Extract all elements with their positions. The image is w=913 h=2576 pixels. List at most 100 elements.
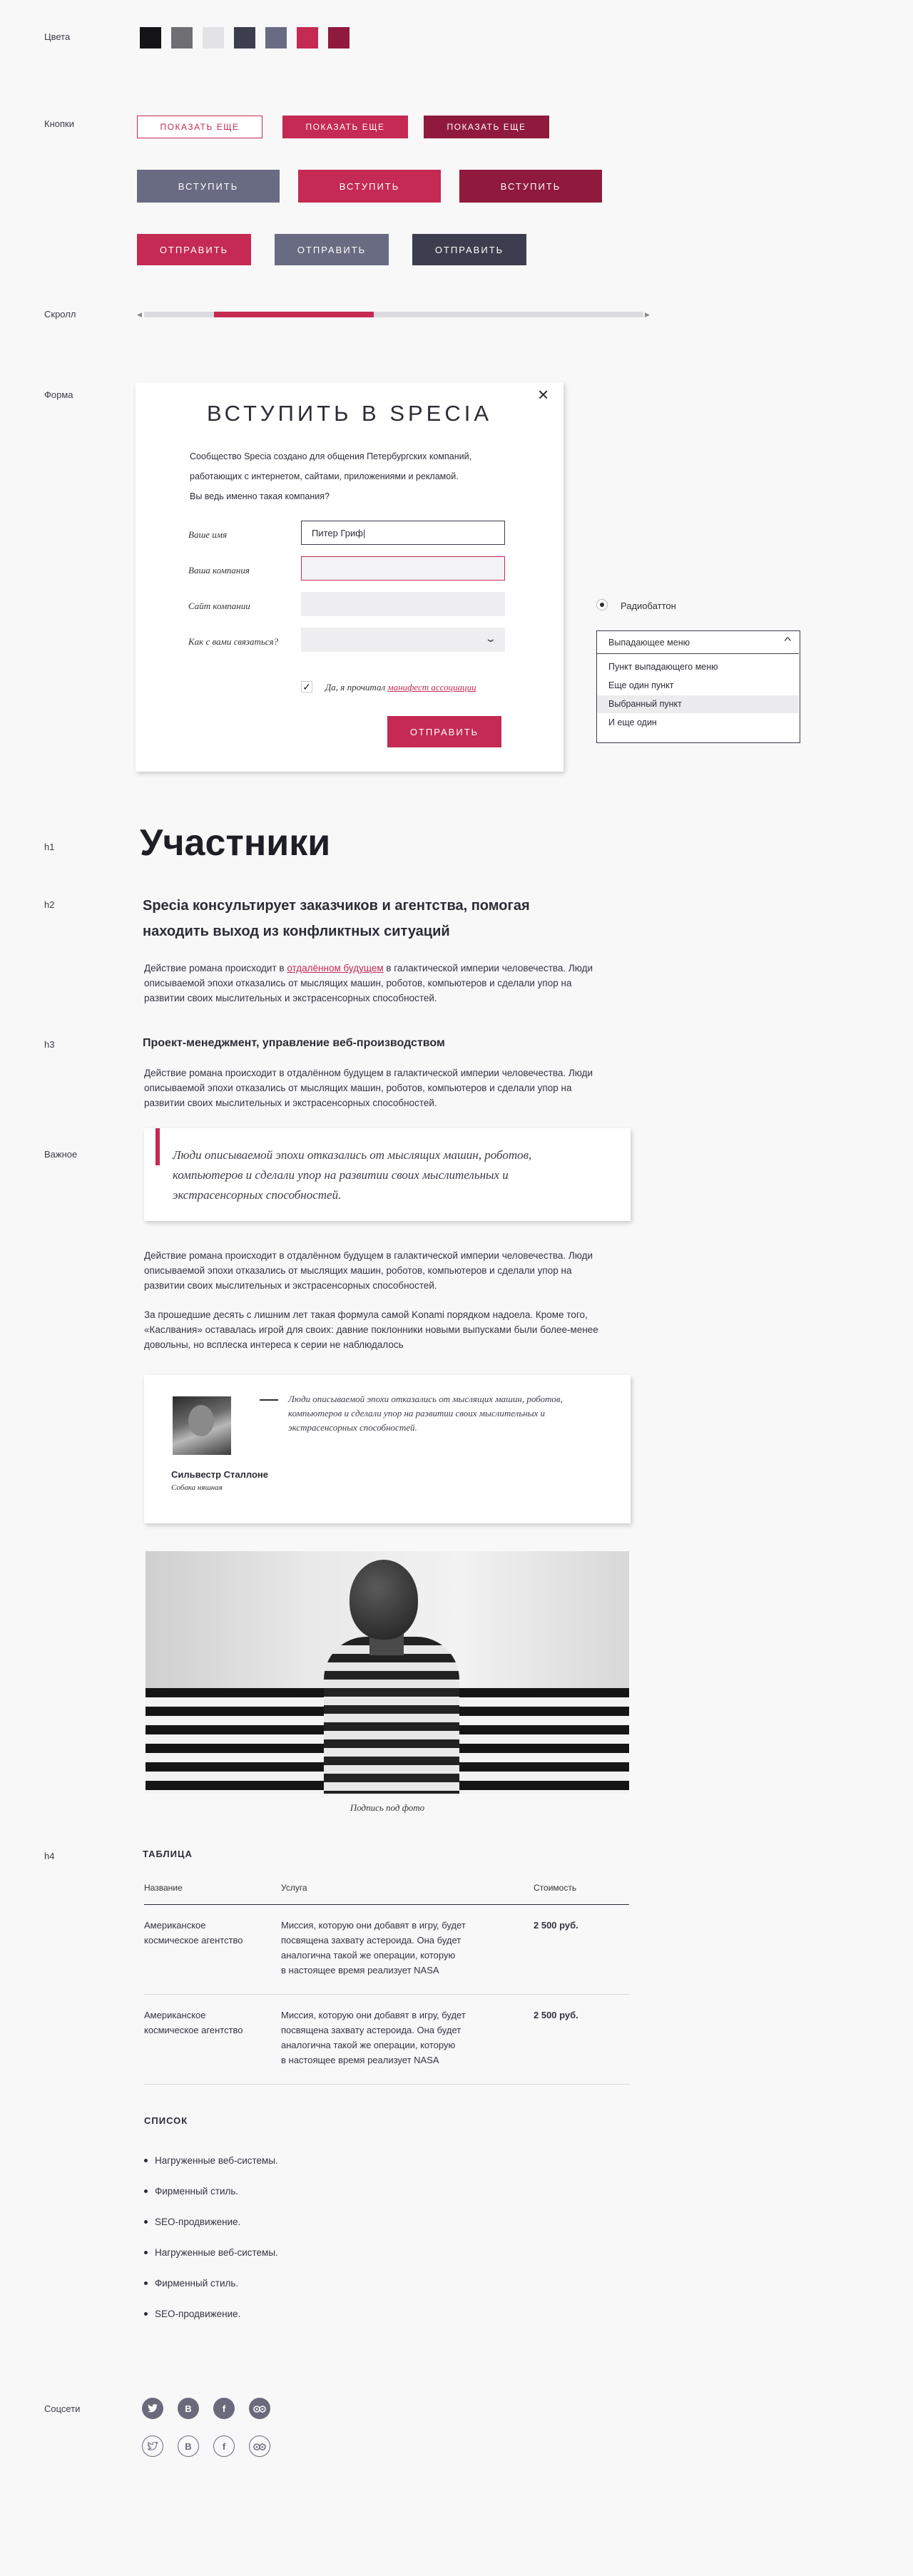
form-title: ВСТУПИТЬ В SPECIA [206, 401, 493, 426]
paragraph-line: развитии своих мыслительных и экстрасенс… [144, 1098, 437, 1108]
list-item: Фирменный стиль. [144, 2268, 278, 2299]
contact-select[interactable]: ⌄ [301, 628, 505, 652]
photo [146, 1551, 629, 1794]
form-intro: Сообщество Specia создано для общения Пе… [190, 446, 471, 506]
future-link[interactable]: отдалённом будущем [287, 963, 383, 973]
vk-outline-icon[interactable]: В [178, 2436, 199, 2457]
cell-line: Миссия, которую они добавят в игру, буде… [281, 1920, 466, 1931]
list-item-label: SEO-продвижение. [155, 2309, 241, 2319]
list-item-label: SEO-продвижение. [155, 2217, 241, 2227]
photo-shirt [324, 1637, 459, 1794]
table-cell-price: 2 500 руб. [534, 2010, 578, 2020]
cell-line: космическое агентство [144, 1935, 243, 1946]
heading-h3: Проект-менеджмент, управление веб-произв… [143, 1037, 445, 1049]
testimonial-card: Сильвестр Сталлоне Собака няшная Люди оп… [144, 1375, 631, 1523]
list-item: SEO-продвижение. [144, 2207, 278, 2237]
dropdown-header-label: Выпадающее меню [608, 638, 690, 648]
label-h3: h3 [44, 1039, 55, 1050]
important-block: Люди описываемой эпохи отказались от мыс… [144, 1128, 631, 1221]
important-accent-bar [155, 1128, 160, 1165]
twitter-outline-icon[interactable] [142, 2436, 163, 2457]
horizontal-scrollbar[interactable]: ◀ ▶ [137, 310, 651, 320]
contact-label: Как с вами связаться? [188, 636, 279, 647]
tripadvisor-outline-icon[interactable] [249, 2436, 270, 2457]
cell-line: Американское [144, 1920, 206, 1931]
list-item: Нагруженные веб-системы. [144, 2237, 278, 2268]
vk-icon[interactable]: В [178, 2398, 199, 2419]
form-submit-button[interactable]: ОТПРАВИТЬ [387, 716, 501, 747]
label-h1: h1 [44, 842, 55, 852]
paragraph-text: в галактической империи человечества. Лю… [383, 963, 593, 973]
avatar-face [188, 1405, 214, 1436]
list-item-label: Фирменный стиль. [155, 2186, 239, 2197]
quote-line: компьютеров и сделали упор на развитии с… [173, 1168, 509, 1182]
paragraph-line: За прошедшие десять с лишним лет такая ф… [144, 1309, 588, 1320]
color-swatch [328, 27, 350, 48]
site-field[interactable] [301, 592, 505, 616]
twitter-icon[interactable] [142, 2398, 163, 2419]
dropdown-item[interactable]: Еще один пункт [597, 677, 799, 695]
scroll-thumb[interactable] [214, 312, 374, 317]
join-red-button[interactable]: ВСТУПИТЬ [298, 170, 441, 203]
facebook-icon[interactable]: f [213, 2398, 235, 2419]
show-more-red-button[interactable]: ПОКАЗАТЬ ЕЩЕ [282, 116, 408, 138]
table-row: Американское космическое агентство Мисси… [144, 1995, 629, 2085]
dropdown-menu[interactable]: Выпадающее меню ^ Пункт выпадающего меню… [596, 630, 800, 743]
manifest-link[interactable]: манифест ассоциации [387, 682, 476, 692]
table-row: Американское космическое агентство Мисси… [144, 1905, 629, 1995]
show-more-outline-button[interactable]: ПОКАЗАТЬ ЕЩЕ [137, 116, 262, 138]
send-dark-button[interactable]: ОТПРАВИТЬ [412, 234, 526, 265]
cell-line: Американское [144, 2010, 206, 2020]
table-cell-name: Американское космическое агентство [144, 2008, 243, 2038]
send-gray-button[interactable]: ОТПРАВИТЬ [275, 234, 389, 265]
scroll-left-arrow-icon[interactable]: ◀ [137, 310, 144, 320]
form-intro-line: Вы ведь именно такая компания? [190, 491, 330, 501]
show-more-dark-button[interactable]: ПОКАЗАТЬ ЕЩЕ [424, 116, 549, 138]
paragraph-1: Действие романа происходит в отдалённом … [144, 961, 593, 1006]
table-cell-price: 2 500 руб. [534, 1920, 578, 1931]
send-red-button[interactable]: ОТПРАВИТЬ [137, 234, 251, 265]
scroll-track[interactable] [144, 312, 643, 317]
cell-line: посвящена захвату астероида. Она будет [281, 2025, 461, 2035]
bullet-icon [144, 2189, 148, 2193]
list-item-label: Нагруженные веб-системы. [155, 2155, 278, 2166]
list-title: СПИСОК [144, 2115, 188, 2126]
cell-line: в настоящее время реализует NASA [281, 1965, 439, 1976]
important-quote: Люди описываемой эпохи отказались от мыс… [173, 1145, 531, 1205]
cell-line: в настоящее время реализует NASA [281, 2055, 439, 2065]
label-form: Форма [44, 389, 73, 400]
name-field[interactable]: Питер Гриф| [301, 521, 505, 545]
join-gray-button[interactable]: ВСТУПИТЬ [137, 170, 280, 203]
dropdown-header[interactable]: Выпадающее меню ^ [597, 631, 799, 654]
dropdown-item[interactable]: Пункт выпадающего меню [597, 658, 799, 676]
company-label: Ваша компания [188, 565, 250, 576]
photo-caption: Подпись под фото [350, 1802, 425, 1813]
list-item: SEO-продвижение. [144, 2299, 278, 2329]
radio-button[interactable] [596, 599, 608, 610]
chevron-up-icon: ^ [784, 635, 792, 646]
dropdown-item-selected[interactable]: Выбранный пункт [597, 695, 799, 713]
join-dark-button[interactable]: ВСТУПИТЬ [459, 170, 602, 203]
paragraph-line: «Каслвания» оставалась игрой для своих: … [144, 1324, 598, 1335]
paragraph-line: Действие романа происходит в отдалённом … [144, 1250, 593, 1261]
paragraph-2: Действие романа происходит в отдалённом … [144, 1065, 593, 1110]
paragraph-line: Действие романа происходит в отдалённом … [144, 961, 593, 976]
label-buttons: Кнопки [44, 118, 74, 129]
tripadvisor-icon[interactable] [249, 2398, 270, 2419]
cell-line: аналогична такой же операции, которую [281, 2040, 456, 2050]
bullet-icon [144, 2220, 148, 2224]
table-header-row: Название Услуга Стоимость [144, 1883, 629, 1905]
quote-line: экстрасенсорных способностей. [173, 1188, 342, 1202]
scroll-right-arrow-icon[interactable]: ▶ [645, 310, 652, 320]
agree-checkbox[interactable]: ✓ [301, 681, 312, 692]
facebook-outline-icon[interactable]: f [213, 2436, 235, 2457]
bullet-icon [144, 2312, 148, 2316]
company-field[interactable] [301, 556, 505, 581]
dropdown-item[interactable]: И еще один [597, 714, 799, 732]
agree-text: Да, я прочитал манифест ассоциации [325, 682, 476, 693]
paragraph-line: описываемой эпохи отказались от мыслящих… [144, 978, 572, 988]
list-item-label: Фирменный стиль. [155, 2278, 239, 2289]
radio-dot [600, 603, 604, 607]
quote-line: Люди описываемой эпохи отказались от мыс… [288, 1394, 563, 1404]
bullet-list: Нагруженные веб-системы. Фирменный стиль… [144, 2145, 278, 2329]
